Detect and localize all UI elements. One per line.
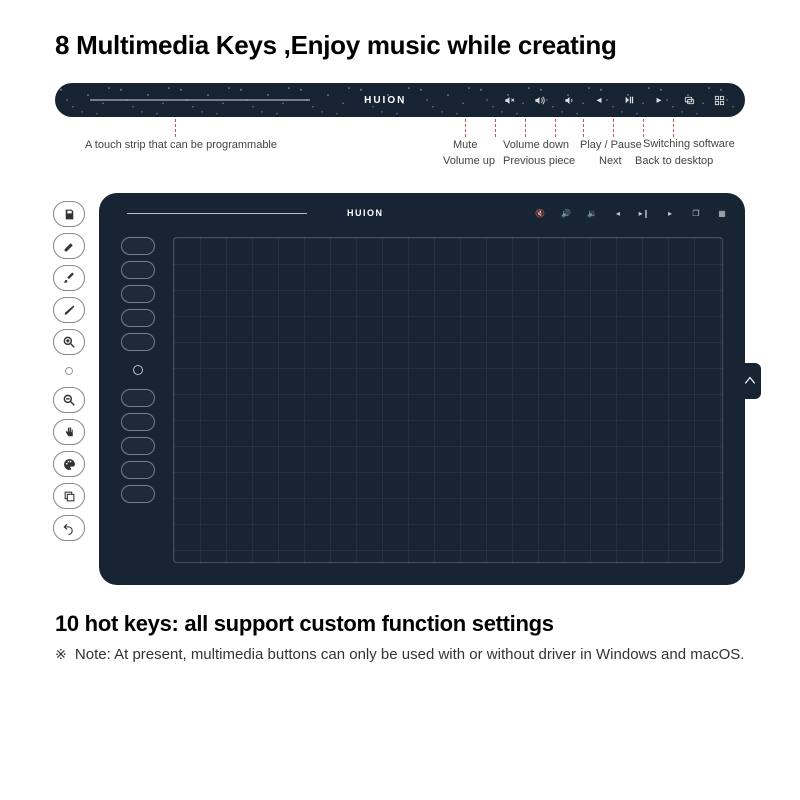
- undo-icon: [53, 515, 85, 541]
- label-next: Next: [599, 155, 622, 167]
- page-title: 8 Multimedia Keys ,Enjoy music while cre…: [55, 30, 745, 61]
- brush-icon: [53, 265, 85, 291]
- multimedia-strip: HUION ◂ ▸: [55, 83, 745, 117]
- label-volume-up: Volume up: [443, 155, 495, 167]
- hotkey-button: [121, 389, 155, 407]
- pen-icon: [53, 297, 85, 323]
- note-star-icon: ※: [55, 646, 67, 662]
- hotkey-button: [121, 333, 155, 351]
- tablet-brand: HUION: [347, 208, 384, 218]
- strip-label-area: A touch strip that can be programmable M…: [55, 119, 745, 181]
- side-tag: [739, 363, 761, 399]
- t-mute-icon: 🔇: [535, 208, 545, 218]
- switch-software-icon: [683, 94, 695, 106]
- hotkey-button: [121, 261, 155, 279]
- zoom-in-icon: [53, 329, 85, 355]
- label-play-pause: Play / Pause: [580, 139, 642, 151]
- t-switch-icon: ❐: [691, 208, 701, 218]
- label-mute: Mute: [453, 139, 477, 151]
- t-desktop-icon: ▦: [717, 208, 727, 218]
- volume-down-icon: [563, 94, 575, 106]
- hotkey-button: [121, 309, 155, 327]
- hotkey-button: [121, 237, 155, 255]
- brand-logo: HUION: [364, 95, 406, 106]
- t-voldown-icon: 🔉: [587, 208, 597, 218]
- hotkey-button: [121, 437, 155, 455]
- tablet-touch-line: [127, 213, 307, 214]
- save-icon: [53, 201, 85, 227]
- media-icon-row: ◂ ▸: [503, 94, 725, 106]
- ring-separator-icon: [65, 367, 73, 375]
- pencil-icon: [53, 233, 85, 259]
- label-volume-down: Volume down: [503, 139, 569, 151]
- hotkey-button: [121, 285, 155, 303]
- t-prev-icon: ◂: [613, 208, 623, 218]
- t-next-icon: ▸: [665, 208, 675, 218]
- hotkey-button: [121, 413, 155, 431]
- note-label: Note:: [75, 646, 111, 663]
- t-volup-icon: 🔊: [561, 208, 571, 218]
- previous-icon: ◂: [593, 94, 605, 106]
- palette-icon: [53, 451, 85, 477]
- hotkey-button: [121, 461, 155, 479]
- copy-icon: [53, 483, 85, 509]
- hotkey-column: [121, 237, 155, 503]
- play-pause-icon: [623, 94, 635, 106]
- back-to-desktop-icon: [713, 94, 725, 106]
- bottom-heading: 10 hot keys: all support custom function…: [55, 611, 745, 637]
- note-text: ※ Note: At present, multimedia buttons c…: [55, 645, 745, 665]
- label-switching-software: Switching software: [643, 139, 703, 150]
- work-area: [173, 237, 723, 563]
- hotkey-button: [121, 485, 155, 503]
- note-body: At present, multimedia buttons can only …: [114, 646, 744, 663]
- hotkey-ring-icon: [133, 365, 143, 375]
- next-icon: ▸: [653, 94, 665, 106]
- touch-strip-line: [90, 100, 310, 101]
- t-play-icon: ▸❙: [639, 208, 649, 218]
- hand-icon: [53, 419, 85, 445]
- zoom-out-icon: [53, 387, 85, 413]
- tablet-body: HUION 🔇 🔊 🔉 ◂ ▸❙ ▸ ❐ ▦: [99, 193, 745, 585]
- side-icon-column: [51, 201, 87, 585]
- touch-strip-label: A touch strip that can be programmable: [85, 139, 277, 151]
- label-previous: Previous piece: [503, 155, 575, 167]
- label-back-to-desktop: Back to desktop: [635, 155, 713, 167]
- volume-up-icon: [533, 94, 545, 106]
- mute-icon: [503, 94, 515, 106]
